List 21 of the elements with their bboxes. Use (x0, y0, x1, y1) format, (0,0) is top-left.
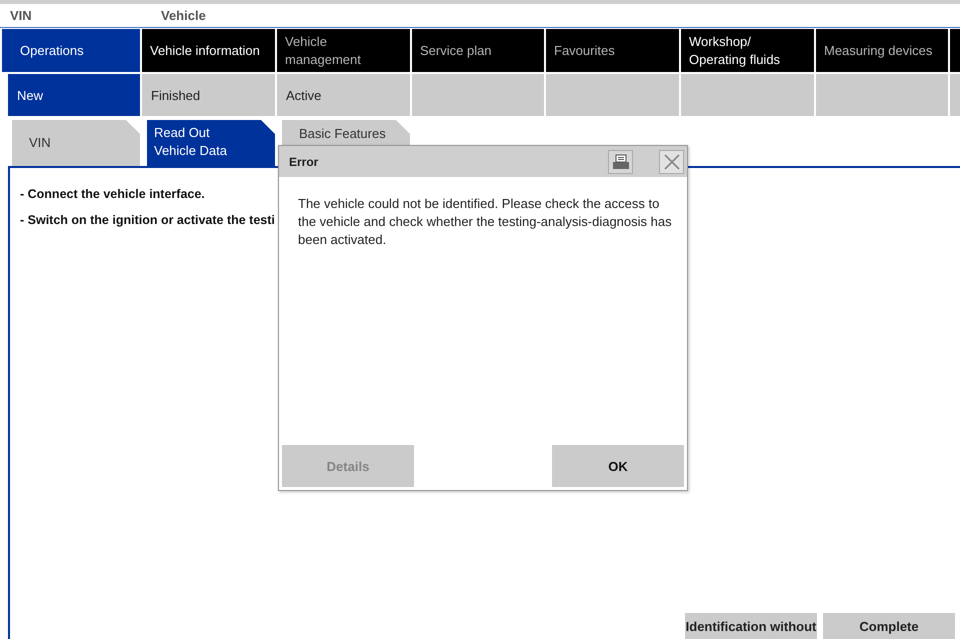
main-tab[interactable]: Workshop/ Operating fluids (681, 29, 814, 72)
print-button[interactable] (608, 150, 633, 174)
close-icon (662, 152, 680, 170)
main-tab[interactable]: Vehicle information (142, 29, 275, 72)
status-tab[interactable]: Active (277, 74, 410, 116)
footer-button[interactable]: Complete (823, 613, 955, 639)
vin-label: VIN (9, 8, 33, 23)
dialog-button[interactable]: OK (552, 445, 684, 487)
step-tab[interactable]: Read Out Vehicle Data (147, 120, 275, 166)
printer-icon (612, 154, 630, 170)
error-message: The vehicle could not be identified. Please check the access to the vehicle and check whether the testing-analysis-diagnosis has been activated. (298, 195, 673, 249)
vehicle-label: Vehicle (160, 8, 206, 23)
footer-button[interactable]: Identification without (685, 613, 817, 639)
main-tab[interactable]: Operations (2, 29, 140, 72)
close-button[interactable] (659, 150, 684, 174)
step-tab[interactable]: VIN (12, 120, 140, 166)
instruction-text: - Connect the vehicle interface. (20, 186, 205, 202)
dialog-title: Error (289, 154, 320, 168)
status-tab[interactable]: New (8, 74, 140, 116)
instruction-text: - Switch on the ignition or activate the testi (20, 212, 275, 228)
status-tab[interactable]: Finished (142, 74, 275, 116)
